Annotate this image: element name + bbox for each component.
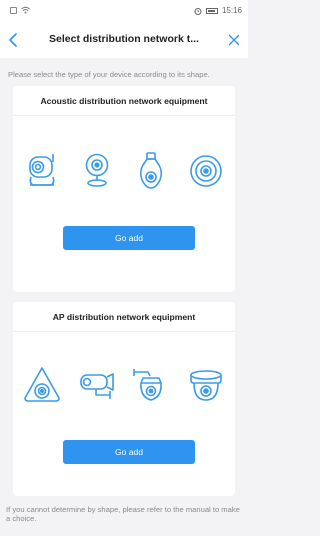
footer-note: If you cannot determine by shape, please… xyxy=(6,505,240,523)
go-add-button[interactable]: Go add xyxy=(63,440,195,464)
acoustic-equipment-card: Acoustic distribution network equipment xyxy=(13,86,235,292)
divider xyxy=(13,115,235,116)
go-add-button[interactable]: Go add xyxy=(63,226,195,250)
bullet-camera-icon xyxy=(79,373,114,399)
nav-bar: Select distribution network t... xyxy=(0,22,248,58)
wifi-icon xyxy=(21,6,30,14)
status-right-icons: 15:16 xyxy=(194,6,242,15)
page-title: Select distribution network t... xyxy=(49,33,199,45)
round-camera-icon xyxy=(190,155,222,187)
status-left-icons xyxy=(10,6,30,14)
pan-tilt-camera-icon xyxy=(29,154,55,186)
section-title: Acoustic distribution network equipment xyxy=(40,96,208,106)
ap-equipment-card: AP distribution network equipment Go add xyxy=(13,302,235,496)
fisheye-camera-icon xyxy=(24,367,60,402)
dome-camera-icon xyxy=(190,370,222,401)
close-icon[interactable] xyxy=(228,34,240,46)
battery-icon xyxy=(205,7,218,14)
device-row xyxy=(21,150,227,192)
back-arrow-icon[interactable] xyxy=(6,32,20,48)
instruction-text: Please select the type of your device ac… xyxy=(8,70,210,79)
device-row xyxy=(21,364,227,406)
section-title: AP distribution network equipment xyxy=(52,312,196,322)
desk-camera-icon xyxy=(85,153,108,187)
divider xyxy=(13,331,235,332)
status-bar: 15:16 xyxy=(0,0,248,22)
notification-icon xyxy=(10,6,17,14)
alarm-icon xyxy=(194,7,202,15)
status-time: 15:16 xyxy=(221,6,242,15)
bulb-camera-icon xyxy=(140,152,163,189)
outdoor-ptz-camera-icon xyxy=(133,369,163,401)
